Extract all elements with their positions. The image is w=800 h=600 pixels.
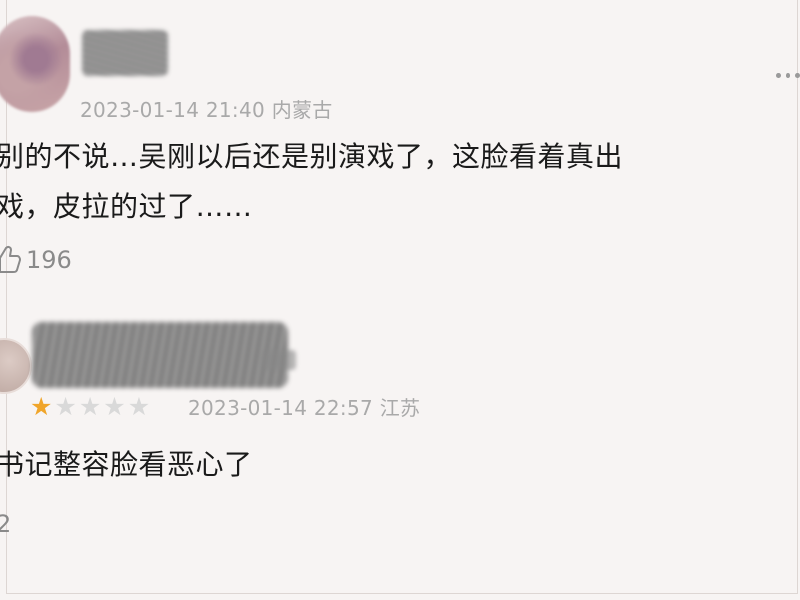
username-blurred[interactable] bbox=[82, 30, 168, 76]
username-blurred-tail bbox=[262, 350, 296, 370]
comment-text-line: 戏，皮拉的过了…… bbox=[0, 190, 253, 223]
star-empty-icon: ★ bbox=[78, 392, 102, 421]
comment-meta: 2023-01-14 21:40 内蒙古 bbox=[80, 94, 333, 123]
comment-location: 江苏 bbox=[379, 396, 421, 420]
comment-time: 2023-01-14 21:40 bbox=[80, 98, 266, 122]
username-blurred[interactable] bbox=[32, 322, 288, 388]
more-icon[interactable] bbox=[776, 72, 800, 78]
comment-location: 内蒙古 bbox=[271, 98, 333, 122]
like-button[interactable]: 196 bbox=[0, 244, 72, 276]
list-frame bbox=[6, 0, 798, 594]
more-dot bbox=[776, 72, 781, 78]
comment-text: 别的不说…吴刚以后还是别演戏了，这脸看着真出 戏，皮拉的过了…… bbox=[0, 132, 623, 232]
thumbs-up-icon bbox=[0, 245, 21, 273]
comment-text: 书记整容脸看恶心了 bbox=[0, 448, 253, 481]
more-dot bbox=[785, 72, 791, 78]
star-empty-icon: ★ bbox=[127, 392, 151, 421]
comment-text-line: 别的不说…吴刚以后还是别演戏了，这脸看着真出 bbox=[0, 140, 624, 173]
avatar[interactable] bbox=[0, 16, 70, 112]
star-filled-icon: ★ bbox=[30, 392, 53, 421]
like-count: 196 bbox=[26, 246, 72, 274]
comment-list: 2023-01-14 21:40 内蒙古 别的不说…吴刚以后还是别演戏了，这脸看… bbox=[0, 0, 800, 600]
star-empty-icon: ★ bbox=[103, 392, 126, 421]
like-count[interactable]: 2 bbox=[0, 510, 11, 538]
more-dot bbox=[795, 72, 800, 78]
rating-stars: ★ ★ ★ ★ ★ bbox=[30, 394, 150, 419]
comment-time: 2023-01-14 22:57 bbox=[188, 396, 374, 420]
star-empty-icon: ★ bbox=[54, 392, 77, 421]
comment-meta: 2023-01-14 22:57 江苏 bbox=[188, 392, 420, 421]
